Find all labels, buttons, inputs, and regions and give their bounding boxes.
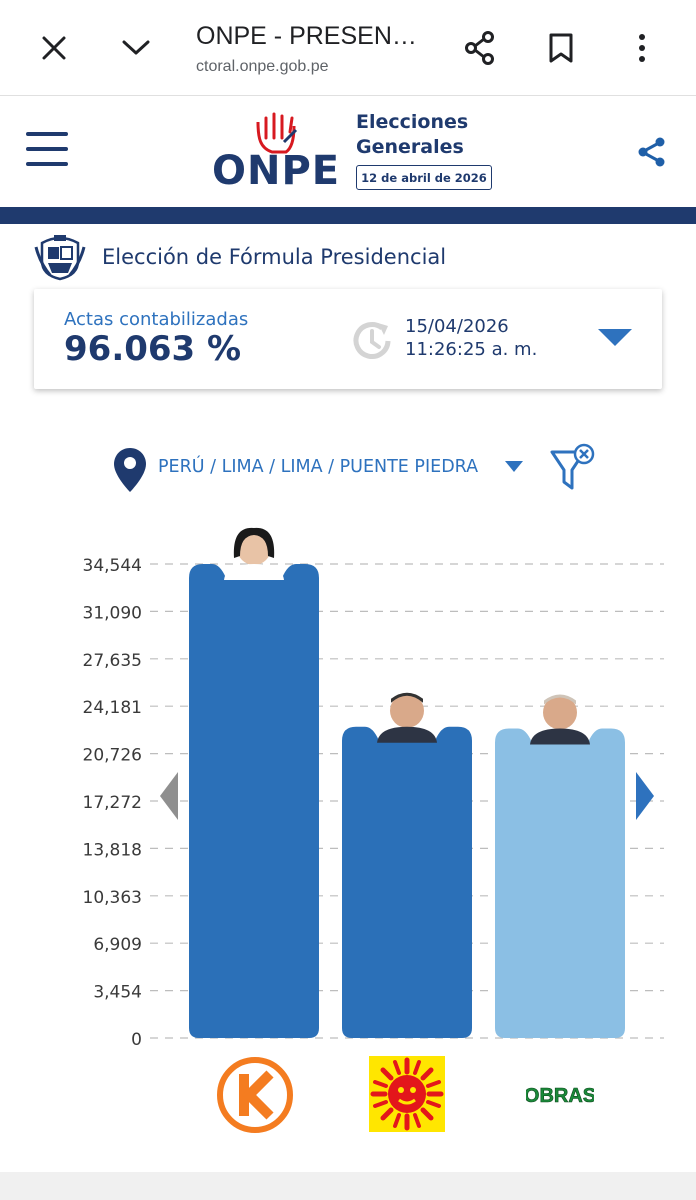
candidate-shoulders-2 (377, 726, 437, 743)
results-chart-svg: 34,544 31,090 27,635 24,181 20,726 17,272 13,8… (83, 527, 664, 1050)
results-chart: 34,544 31,090 27,635 24,181 20,726 17,272 13,8… (0, 500, 696, 1060)
election-date-badge: 12 de abril de 2026 (356, 165, 492, 190)
actas-label: Actas contabilizadas (64, 309, 249, 330)
expand-caret-icon[interactable] (598, 329, 632, 346)
y-tick-label: 17,272 (83, 793, 142, 813)
y-tick-label: 20,726 (83, 746, 142, 766)
y-tick-label: 10,363 (83, 888, 142, 908)
browser-toolbar: ONPE - PRESEN… ctoral.onpe.gob.pe (0, 0, 696, 96)
chevron-down-icon[interactable] (110, 22, 162, 74)
location-pin-icon (114, 448, 146, 492)
share-icon[interactable] (636, 136, 668, 172)
menu-icon[interactable] (26, 132, 68, 166)
bar-2 (342, 726, 472, 1038)
page-url[interactable]: ctoral.onpe.gob.pe (196, 58, 329, 76)
site-header: ONPE Elecciones Generales 12 de abril de… (0, 96, 696, 208)
actas-value: 96.063 % (64, 329, 242, 369)
party-logo-k[interactable] (216, 1056, 294, 1138)
party-logo-obras[interactable]: OBRAS (524, 1080, 597, 1116)
actas-time: 11:26:25 a. m. (405, 339, 538, 360)
election-heading-text: Elección de Fórmula Presidencial (102, 245, 447, 269)
y-tick-label: 31,090 (83, 603, 142, 623)
header-band (0, 207, 696, 224)
candidate-shoulders-1 (224, 564, 284, 580)
clear-filter-icon[interactable] (548, 442, 598, 494)
candidate-shoulders-3 (530, 728, 590, 745)
election-title: Elecciones Generales (356, 111, 469, 158)
y-tick-label: 6,909 (93, 935, 142, 955)
bookmark-icon[interactable] (535, 22, 587, 74)
bottom-strip (0, 1172, 696, 1200)
y-tick-label: 27,635 (83, 651, 142, 671)
clock-icon (353, 322, 391, 359)
party-logo-sun[interactable] (369, 1056, 445, 1136)
share-icon[interactable] (454, 22, 506, 74)
more-vert-icon[interactable] (616, 22, 668, 74)
close-icon[interactable] (28, 22, 80, 74)
obras-logo-text: OBRAS (526, 1085, 594, 1107)
actas-datetime: 15/04/2026 11:26:25 a. m. (405, 315, 537, 361)
peru-shield-icon (34, 235, 86, 281)
location-dropdown-icon[interactable] (505, 461, 523, 472)
y-tick-label: 13,818 (83, 840, 142, 860)
bar-1 (189, 564, 319, 1038)
chart-prev-arrow[interactable] (160, 772, 178, 820)
location-breadcrumb[interactable]: PERÚ / LIMA / LIMA / PUENTE PIEDRA (158, 457, 478, 477)
actas-date: 15/04/2026 (405, 316, 509, 337)
y-tick-label: 24,181 (83, 698, 142, 718)
y-tick-label: 34,544 (83, 556, 142, 576)
actas-card[interactable]: Actas contabilizadas 96.063 % 15/04/2026… (34, 289, 662, 389)
page-title: ONPE - PRESEN… (196, 22, 417, 50)
election-heading: Elección de Fórmula Presidencial (34, 232, 446, 282)
chart-next-arrow[interactable] (636, 772, 654, 820)
onpe-logo[interactable]: ONPE (212, 148, 340, 194)
y-tick-label: 0 (131, 1030, 142, 1050)
y-tick-label: 3,454 (93, 983, 142, 1003)
bar-3 (495, 728, 625, 1038)
